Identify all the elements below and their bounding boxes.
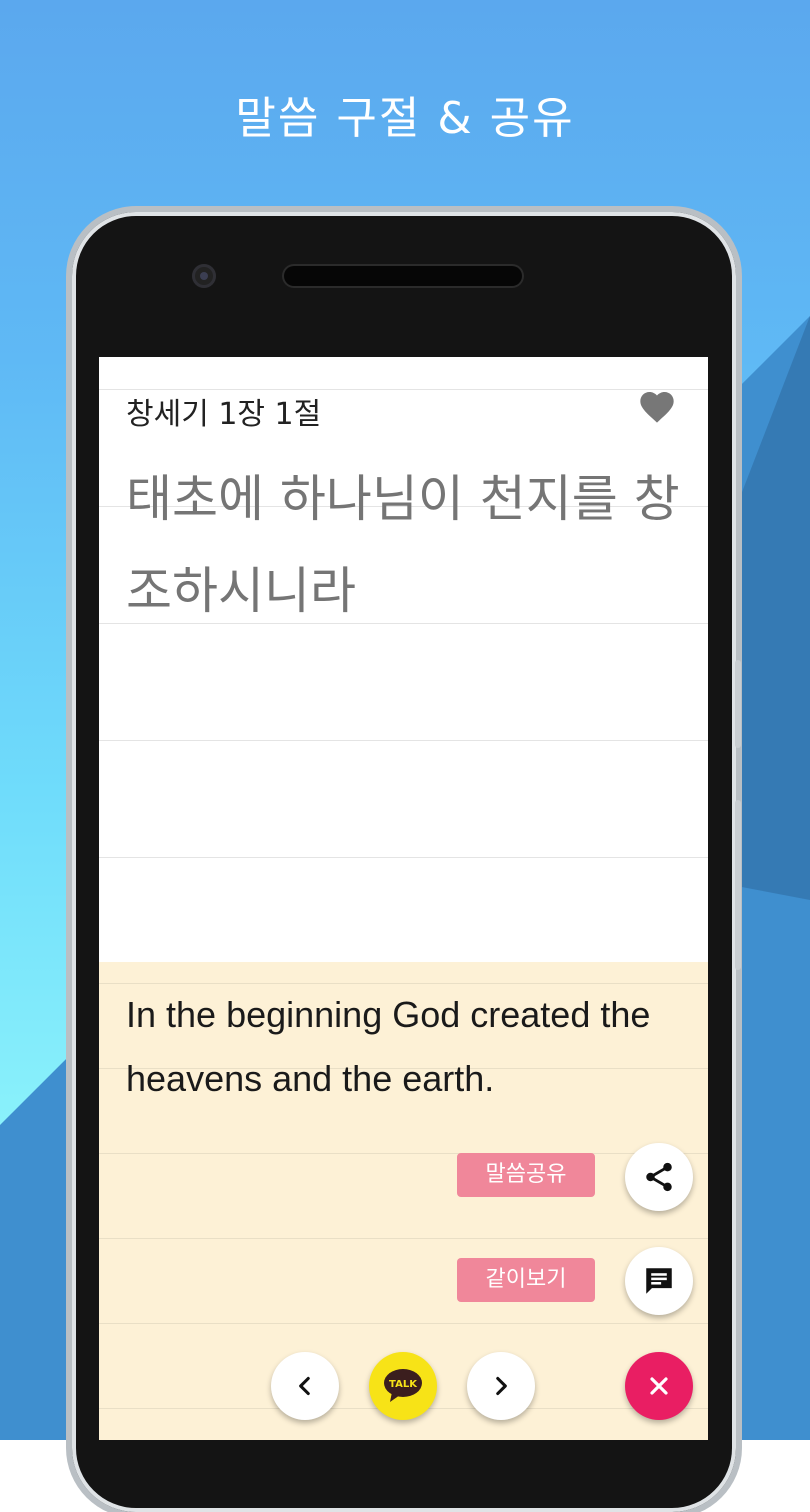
chevron-right-icon bbox=[496, 1376, 507, 1396]
english-verse-text: In the beginning God created the heavens… bbox=[126, 994, 651, 1099]
previous-verse-button[interactable] bbox=[271, 1352, 339, 1420]
kakaotalk-share-button[interactable]: TALK bbox=[369, 1352, 437, 1420]
compare-view-button[interactable]: 같이보기 bbox=[457, 1258, 595, 1302]
share-icon bbox=[646, 1162, 672, 1192]
close-fab[interactable] bbox=[625, 1352, 693, 1420]
kakaotalk-icon: TALK bbox=[384, 1369, 422, 1402]
share-fab[interactable] bbox=[625, 1143, 693, 1211]
promo-headline: 말씀 구절 & 공유 bbox=[235, 93, 575, 144]
share-verse-button[interactable]: 말씀공유 bbox=[457, 1153, 595, 1197]
compare-fab[interactable] bbox=[625, 1247, 693, 1315]
app-screen: 창세기 1장 1절 태초에 하나님이 천지를 창조하시니라 In the beg… bbox=[99, 357, 708, 1440]
next-verse-button[interactable] bbox=[467, 1352, 535, 1420]
phone-camera bbox=[192, 264, 216, 288]
korean-verse-text: 태초에 하나님이 천지를 창조하시니라 bbox=[126, 470, 680, 620]
heart-icon[interactable] bbox=[637, 387, 677, 427]
kakaotalk-label: TALK bbox=[389, 1379, 418, 1390]
message-icon bbox=[646, 1268, 672, 1294]
phone-power-button bbox=[735, 800, 741, 970]
verse-reference: 창세기 1장 1절 bbox=[126, 397, 322, 432]
close-icon bbox=[650, 1377, 668, 1395]
phone-volume-button bbox=[735, 660, 741, 748]
korean-verse-panel bbox=[99, 357, 708, 962]
phone-speaker bbox=[284, 266, 522, 286]
chevron-left-icon bbox=[299, 1376, 310, 1396]
